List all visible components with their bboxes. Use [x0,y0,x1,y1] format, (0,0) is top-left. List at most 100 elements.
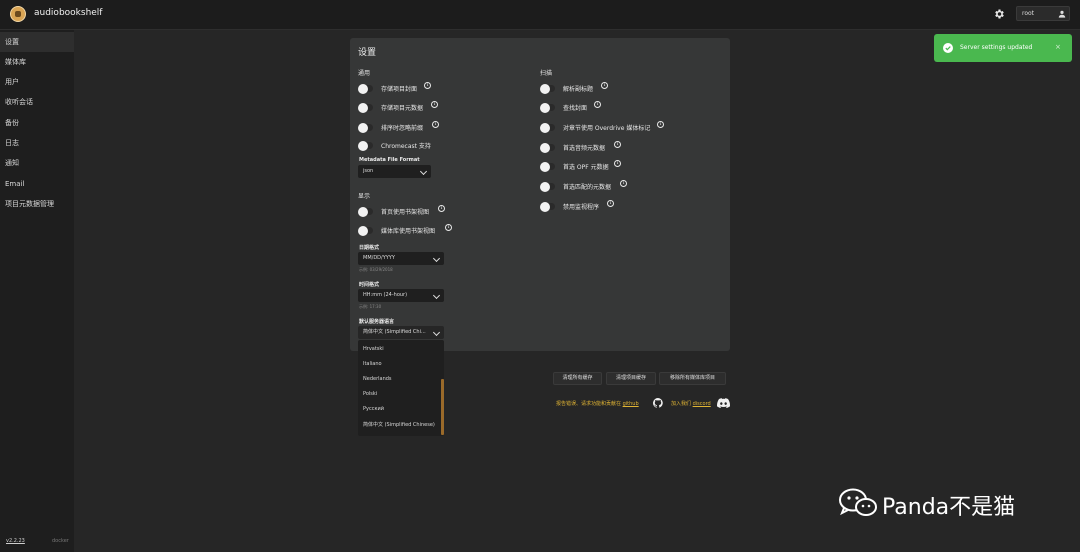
sidebar-item-users[interactable]: 用户 [0,72,74,92]
metadata-format-select[interactable]: json [358,165,431,178]
sidebar-item-backups[interactable]: 备份 [0,113,74,133]
info-icon[interactable]: i [424,82,431,89]
discord-icon[interactable] [717,398,730,408]
language-option[interactable]: Polski [363,391,377,397]
info-icon[interactable]: i [607,200,614,207]
remove-all-library-items-button[interactable]: 移除所有媒体库项目 [659,372,726,385]
toggle-label: 禁用监视程序 [563,204,600,211]
toast-notification: Server settings updated × [934,34,1072,62]
toggle-overdrive-markers[interactable] [540,122,555,133]
language-option[interactable]: Русский [363,406,384,412]
select-value: HH:mm (24-hour) [363,292,408,298]
sidebar-item-notifications[interactable]: 通知 [0,153,74,173]
chevron-down-icon [432,328,441,337]
info-icon[interactable]: i [431,101,438,108]
language-dropdown-menu: Hrvatski Italiano Nederlands Polski Русс… [358,340,444,436]
check-circle-icon [943,43,953,53]
github-link[interactable]: github [623,401,639,407]
time-format-label: 时间格式 [359,282,380,288]
dropdown-scrollbar[interactable] [441,379,444,435]
time-format-select[interactable]: HH:mm (24-hour) [358,289,444,302]
info-icon[interactable]: i [445,224,452,231]
date-format-select[interactable]: MM/DD/YYYY [358,252,444,265]
select-value: 简体中文 (Simplified Chi... [363,329,426,335]
toggle-label: 媒体库使用书架视图 [381,228,436,235]
toggle-label: Chromecast 支持 [381,143,431,150]
report-text: 报告错误、请求功能和贡献在 [556,401,622,407]
chevron-down-icon [432,254,441,263]
version-link[interactable]: v2.2.23 [6,538,25,544]
select-value: MM/DD/YYYY [363,255,395,261]
sidebar-item-email[interactable]: Email [0,174,74,194]
page-title: 设置 [358,48,377,58]
metadata-format-label: Metadata File Format [359,157,420,163]
toggle-ignore-prefix[interactable] [358,122,373,133]
audiobookshelf-logo-icon[interactable] [10,6,26,22]
section-display-heading: 显示 [358,193,371,200]
language-label: 默认服务器语言 [359,319,395,325]
user-icon [1058,10,1066,18]
language-option-selected[interactable]: 简体中文 (Simplified Chinese) [363,421,435,428]
purge-all-cache-button[interactable]: 清理所有缓存 [553,372,602,385]
purge-items-cache-button[interactable]: 清理项目缓存 [606,372,656,385]
sidebar-item-metadata-manager[interactable]: 项目元数据管理 [0,194,74,214]
language-option[interactable]: Hrvatski [363,346,384,352]
discord-join-text: 加入我们 discord [671,400,711,407]
toggle-store-metadata[interactable] [358,102,373,113]
toggle-label: 对章节使用 Overdrive 媒体标记 [563,125,651,132]
toggle-label: 首页使用书架视图 [381,209,430,216]
select-value: json [363,168,374,174]
toggle-label: 存储项目元数据 [381,105,424,112]
username: root [1022,10,1035,17]
toggle-store-cover[interactable] [358,83,373,94]
info-icon[interactable]: i [601,82,608,89]
toggle-prefer-opf-metadata[interactable] [540,161,555,172]
chevron-down-icon [419,167,428,176]
watermark-text: Panda不是猫 [882,495,1016,520]
info-icon[interactable]: i [614,141,621,148]
sidebar: 设置 媒体库 用户 收听会话 备份 日志 通知 Email 项目元数据管理 [0,30,74,552]
info-icon[interactable]: i [438,205,445,212]
toggle-library-bookshelf[interactable] [358,225,373,236]
info-icon[interactable]: i [620,180,627,187]
toggle-prefer-audio-metadata[interactable] [540,142,555,153]
language-option[interactable]: Italiano [363,361,382,367]
app-title[interactable]: audiobookshelf [34,8,102,18]
wechat-icon [839,488,877,516]
gear-icon[interactable] [993,8,1005,20]
sidebar-item-logs[interactable]: 日志 [0,133,74,153]
toggle-label: 查找封面 [563,105,588,112]
user-menu-button[interactable]: root [1016,6,1070,21]
info-icon[interactable]: i [594,101,601,108]
toggle-label: 排序时忽略前缀 [381,125,424,132]
info-icon[interactable]: i [657,121,664,128]
toggle-find-cover[interactable] [540,102,555,113]
sidebar-item-settings[interactable]: 设置 [0,32,74,52]
info-icon[interactable]: i [614,160,621,167]
close-icon[interactable]: × [1055,43,1061,51]
toggle-label: 首选音频元数据 [563,145,606,152]
section-scanner-heading: 扫描 [540,70,553,77]
toggle-label: 首选 OPF 元数据 [563,164,609,171]
date-format-label: 日期格式 [359,245,380,251]
sidebar-item-libraries[interactable]: 媒体库 [0,52,74,72]
toggle-chromecast[interactable] [358,140,373,151]
toggle-prefer-matched-metadata[interactable] [540,181,555,192]
info-icon[interactable]: i [432,121,439,128]
app-header: audiobookshelf root [0,0,1080,30]
toggle-label: 首选匹配的元数据 [563,184,612,191]
toggle-label: 存储项目封面 [381,86,418,93]
github-icon[interactable] [653,398,663,408]
sidebar-item-listening-sessions[interactable]: 收听会话 [0,92,74,112]
toggle-disable-watcher[interactable] [540,201,555,212]
report-issues-text: 报告错误、请求功能和贡献在 github [556,400,639,407]
time-format-example: 示例: 17:30 [359,304,382,309]
toggle-parse-subtitle[interactable] [540,83,555,94]
language-option[interactable]: Nederlands [363,376,392,382]
discord-text: 加入我们 [671,401,692,407]
chevron-down-icon [432,291,441,300]
toggle-home-bookshelf[interactable] [358,206,373,217]
discord-link[interactable]: discord [693,401,711,407]
language-select[interactable]: 简体中文 (Simplified Chi... [358,326,444,339]
version-build: docker [52,538,69,544]
